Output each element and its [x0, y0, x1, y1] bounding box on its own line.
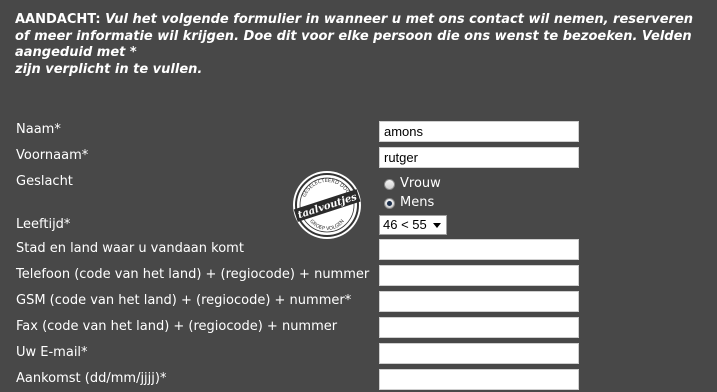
radio-mens-circle[interactable]: [384, 197, 395, 209]
leeftijd-select[interactable]: 46 < 55: [379, 215, 447, 235]
stad-label: Stad en land waar u vandaan komt: [16, 241, 244, 256]
attention-notice: AANDACHT: Vul het volgende formulier in …: [15, 12, 705, 78]
notice-lead: AANDACHT:: [15, 12, 101, 27]
fax-input[interactable]: [379, 317, 579, 338]
voornaam-input[interactable]: rutger: [379, 147, 579, 168]
taalvoutjes-stamp: GESELECTEERD DOOR GROEP VOLGEN taalvoutj…: [293, 171, 361, 239]
leeftijd-label: Leeftijd*: [16, 217, 71, 232]
fax-label: Fax (code van het land) + (regiocode) + …: [16, 319, 338, 334]
radio-vrouw-label: Vrouw: [400, 176, 441, 191]
notice-body-required: zijn verplicht in te vullen.: [15, 61, 203, 77]
email-label: Uw E-mail*: [16, 345, 88, 360]
radio-vrouw-circle[interactable]: [384, 178, 395, 190]
telefoon-label: Telefoon (code van het land) + (regiocod…: [16, 267, 370, 282]
radio-vrouw[interactable]: Vrouw: [384, 176, 441, 192]
chevron-down-icon[interactable]: [433, 223, 441, 228]
aankomst-label: Aankomst (dd/mm/jjjj)*: [16, 371, 167, 386]
radio-mens-label: Mens: [400, 195, 435, 210]
notice-body: Vul het volgende formulier in wanneer u …: [15, 12, 694, 60]
gsm-input[interactable]: [379, 291, 579, 312]
gsm-label: GSM (code van het land) + (regiocode) + …: [16, 293, 352, 308]
naam-label: Naam*: [16, 122, 61, 137]
voornaam-label: Voornaam*: [16, 148, 89, 163]
radio-mens[interactable]: Mens: [384, 195, 434, 211]
telefoon-input[interactable]: [379, 265, 579, 286]
aankomst-input[interactable]: [379, 369, 579, 390]
stad-input[interactable]: [379, 239, 579, 260]
naam-input[interactable]: amons: [379, 121, 579, 142]
leeftijd-selected-value: 46 < 55: [383, 217, 427, 232]
email-input[interactable]: [379, 343, 579, 364]
geslacht-label: Geslacht: [16, 174, 73, 189]
